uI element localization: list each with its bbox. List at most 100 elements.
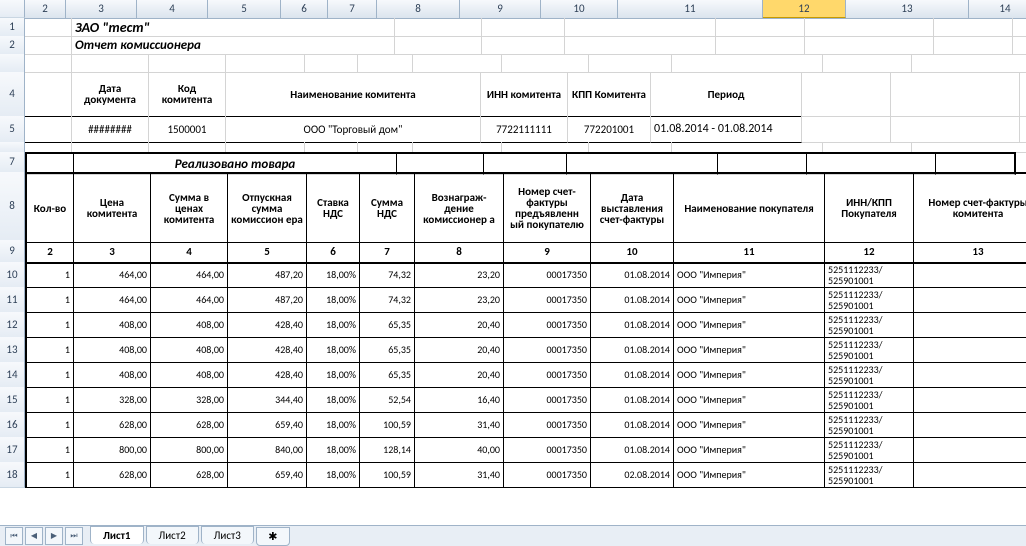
col-header[interactable]: 8 <box>377 0 460 18</box>
company-title[interactable]: ЗАО "тест" <box>72 18 395 37</box>
hdr-kom-code[interactable]: Код комитента <box>149 72 226 117</box>
cell[interactable] <box>1013 36 1026 55</box>
report-subtitle[interactable]: Отчет комиссионера <box>72 36 395 55</box>
cell[interactable] <box>891 72 1020 117</box>
hdr-kpp[interactable]: КПП Комитента <box>568 72 651 117</box>
row-header[interactable]: 10 <box>0 262 25 288</box>
cell-qty[interactable]: 1 <box>25 412 74 438</box>
row-header[interactable]: 14 <box>0 362 25 388</box>
cell-sf-kom[interactable] <box>914 387 1026 413</box>
cell-buyer[interactable]: ООО "Империя" <box>674 312 825 338</box>
cell-sf-num[interactable]: 00017350 <box>504 437 591 463</box>
nav-first-icon[interactable]: ⏮ <box>5 527 23 545</box>
cell-otp[interactable]: 659,40 <box>228 462 307 488</box>
cell-qty[interactable]: 1 <box>25 462 74 488</box>
cell-price[interactable]: 464,00 <box>74 287 151 313</box>
cell-sum[interactable]: 464,00 <box>151 262 228 288</box>
th-nds-sum[interactable]: Сумма НДС <box>360 172 415 243</box>
row-header[interactable]: 5 <box>0 116 25 143</box>
cell-sf-date[interactable]: 02.08.2014 <box>591 462 674 488</box>
cell-qty[interactable]: 1 <box>25 337 74 363</box>
col-header[interactable]: 7 <box>328 0 377 18</box>
cell[interactable] <box>823 54 912 73</box>
cell[interactable] <box>565 18 716 37</box>
cell-vozn[interactable]: 16,40 <box>415 387 504 413</box>
nav-prev-icon[interactable]: ◀ <box>25 527 43 545</box>
row-header[interactable]: 15 <box>0 387 25 413</box>
val-inn[interactable]: 7722111111 <box>481 116 568 143</box>
cell-price[interactable]: 628,00 <box>74 462 151 488</box>
val-kpp[interactable]: 772201001 <box>568 116 651 143</box>
cell-sf-kom[interactable] <box>914 337 1026 363</box>
cell[interactable] <box>805 36 934 55</box>
hdr-doc-date[interactable]: Дата документа <box>72 72 149 117</box>
hdr-kom-name[interactable]: Наименование комитента <box>226 72 481 117</box>
cell[interactable] <box>934 18 1013 37</box>
cell[interactable] <box>912 54 1026 73</box>
nav-next-icon[interactable]: ▶ <box>45 527 63 545</box>
cell-inn-kpp[interactable]: 5251112233/525901001 <box>825 312 914 338</box>
cell-price[interactable]: 408,00 <box>74 362 151 388</box>
cell-sf-num[interactable]: 00017350 <box>504 262 591 288</box>
cell[interactable] <box>891 116 1020 143</box>
cell-nds-rate[interactable]: 18,00% <box>307 412 360 438</box>
row-header[interactable]: 7 <box>0 152 25 173</box>
cell-sum[interactable]: 408,00 <box>151 337 228 363</box>
row-header[interactable]: 13 <box>0 337 25 363</box>
cell-sf-kom[interactable] <box>914 262 1026 288</box>
cell-buyer[interactable]: ООО "Империя" <box>674 287 825 313</box>
colnum[interactable]: 10 <box>591 240 674 264</box>
cell[interactable] <box>72 54 149 73</box>
colnum[interactable]: 5 <box>228 240 307 264</box>
cell-qty[interactable]: 1 <box>25 262 74 288</box>
cell[interactable] <box>1020 72 1026 117</box>
val-kom-name[interactable]: ООО "Торговый дом" <box>226 116 481 143</box>
cell[interactable] <box>589 54 672 73</box>
cell-vozn[interactable]: 20,40 <box>415 337 504 363</box>
cell-sf-kom[interactable] <box>914 437 1026 463</box>
tab-sheet3[interactable]: Лист3 <box>201 526 254 544</box>
th-sf-date[interactable]: Дата выставления счет-фактуры <box>591 172 674 243</box>
cell-nds-sum[interactable]: 74,32 <box>360 287 415 313</box>
col-header[interactable]: 13 <box>846 0 969 18</box>
cell-nds-sum[interactable]: 100,59 <box>360 412 415 438</box>
cell[interactable] <box>358 54 413 73</box>
cell-sf-num[interactable]: 00017350 <box>504 362 591 388</box>
tab-sheet1[interactable]: Лист1 <box>90 526 144 544</box>
cell[interactable] <box>802 72 891 117</box>
cell-sum[interactable]: 464,00 <box>151 287 228 313</box>
cell-inn-kpp[interactable]: 5251112233/525901001 <box>825 362 914 388</box>
col-header[interactable]: 3 <box>66 0 137 18</box>
col-header[interactable]: 10 <box>541 0 618 18</box>
cell-nds-rate[interactable]: 18,00% <box>307 437 360 463</box>
cell-otp[interactable]: 428,40 <box>228 312 307 338</box>
val-period[interactable]: 01.08.2014 - 01.08.2014 <box>651 116 802 143</box>
cell-inn-kpp[interactable]: 5251112233/525901001 <box>825 262 914 288</box>
cell[interactable] <box>25 54 72 73</box>
row-header[interactable]: 1 <box>0 18 25 37</box>
cell-nds-sum[interactable]: 65,35 <box>360 362 415 388</box>
cell[interactable] <box>226 54 305 73</box>
th-nds-rate[interactable]: Ставка НДС <box>307 172 360 243</box>
cell-nds-sum[interactable]: 100,59 <box>360 462 415 488</box>
cell-sf-date[interactable]: 01.08.2014 <box>591 437 674 463</box>
cell-inn-kpp[interactable]: 5251112233/525901001 <box>825 287 914 313</box>
row-header[interactable]: 16 <box>0 412 25 438</box>
row-header[interactable]: 8 <box>0 172 25 241</box>
colnum[interactable]: 11 <box>674 240 825 264</box>
colnum[interactable]: 13 <box>914 240 1026 264</box>
cell-vozn[interactable]: 23,20 <box>415 262 504 288</box>
cell-sf-kom[interactable] <box>914 412 1026 438</box>
cell-inn-kpp[interactable]: 5251112233/525901001 <box>825 462 914 488</box>
cell-sf-kom[interactable] <box>914 312 1026 338</box>
col-header[interactable]: 2 <box>25 0 66 18</box>
cell[interactable] <box>716 18 805 37</box>
cell-sf-num[interactable]: 00017350 <box>504 287 591 313</box>
colnum[interactable]: 6 <box>307 240 360 264</box>
hdr-period[interactable]: Период <box>651 72 802 117</box>
cell[interactable] <box>25 18 72 37</box>
cell-sf-kom[interactable] <box>914 287 1026 313</box>
cell-nds-rate[interactable]: 18,00% <box>307 262 360 288</box>
cell[interactable] <box>1020 116 1026 143</box>
cell-sf-num[interactable]: 00017350 <box>504 412 591 438</box>
